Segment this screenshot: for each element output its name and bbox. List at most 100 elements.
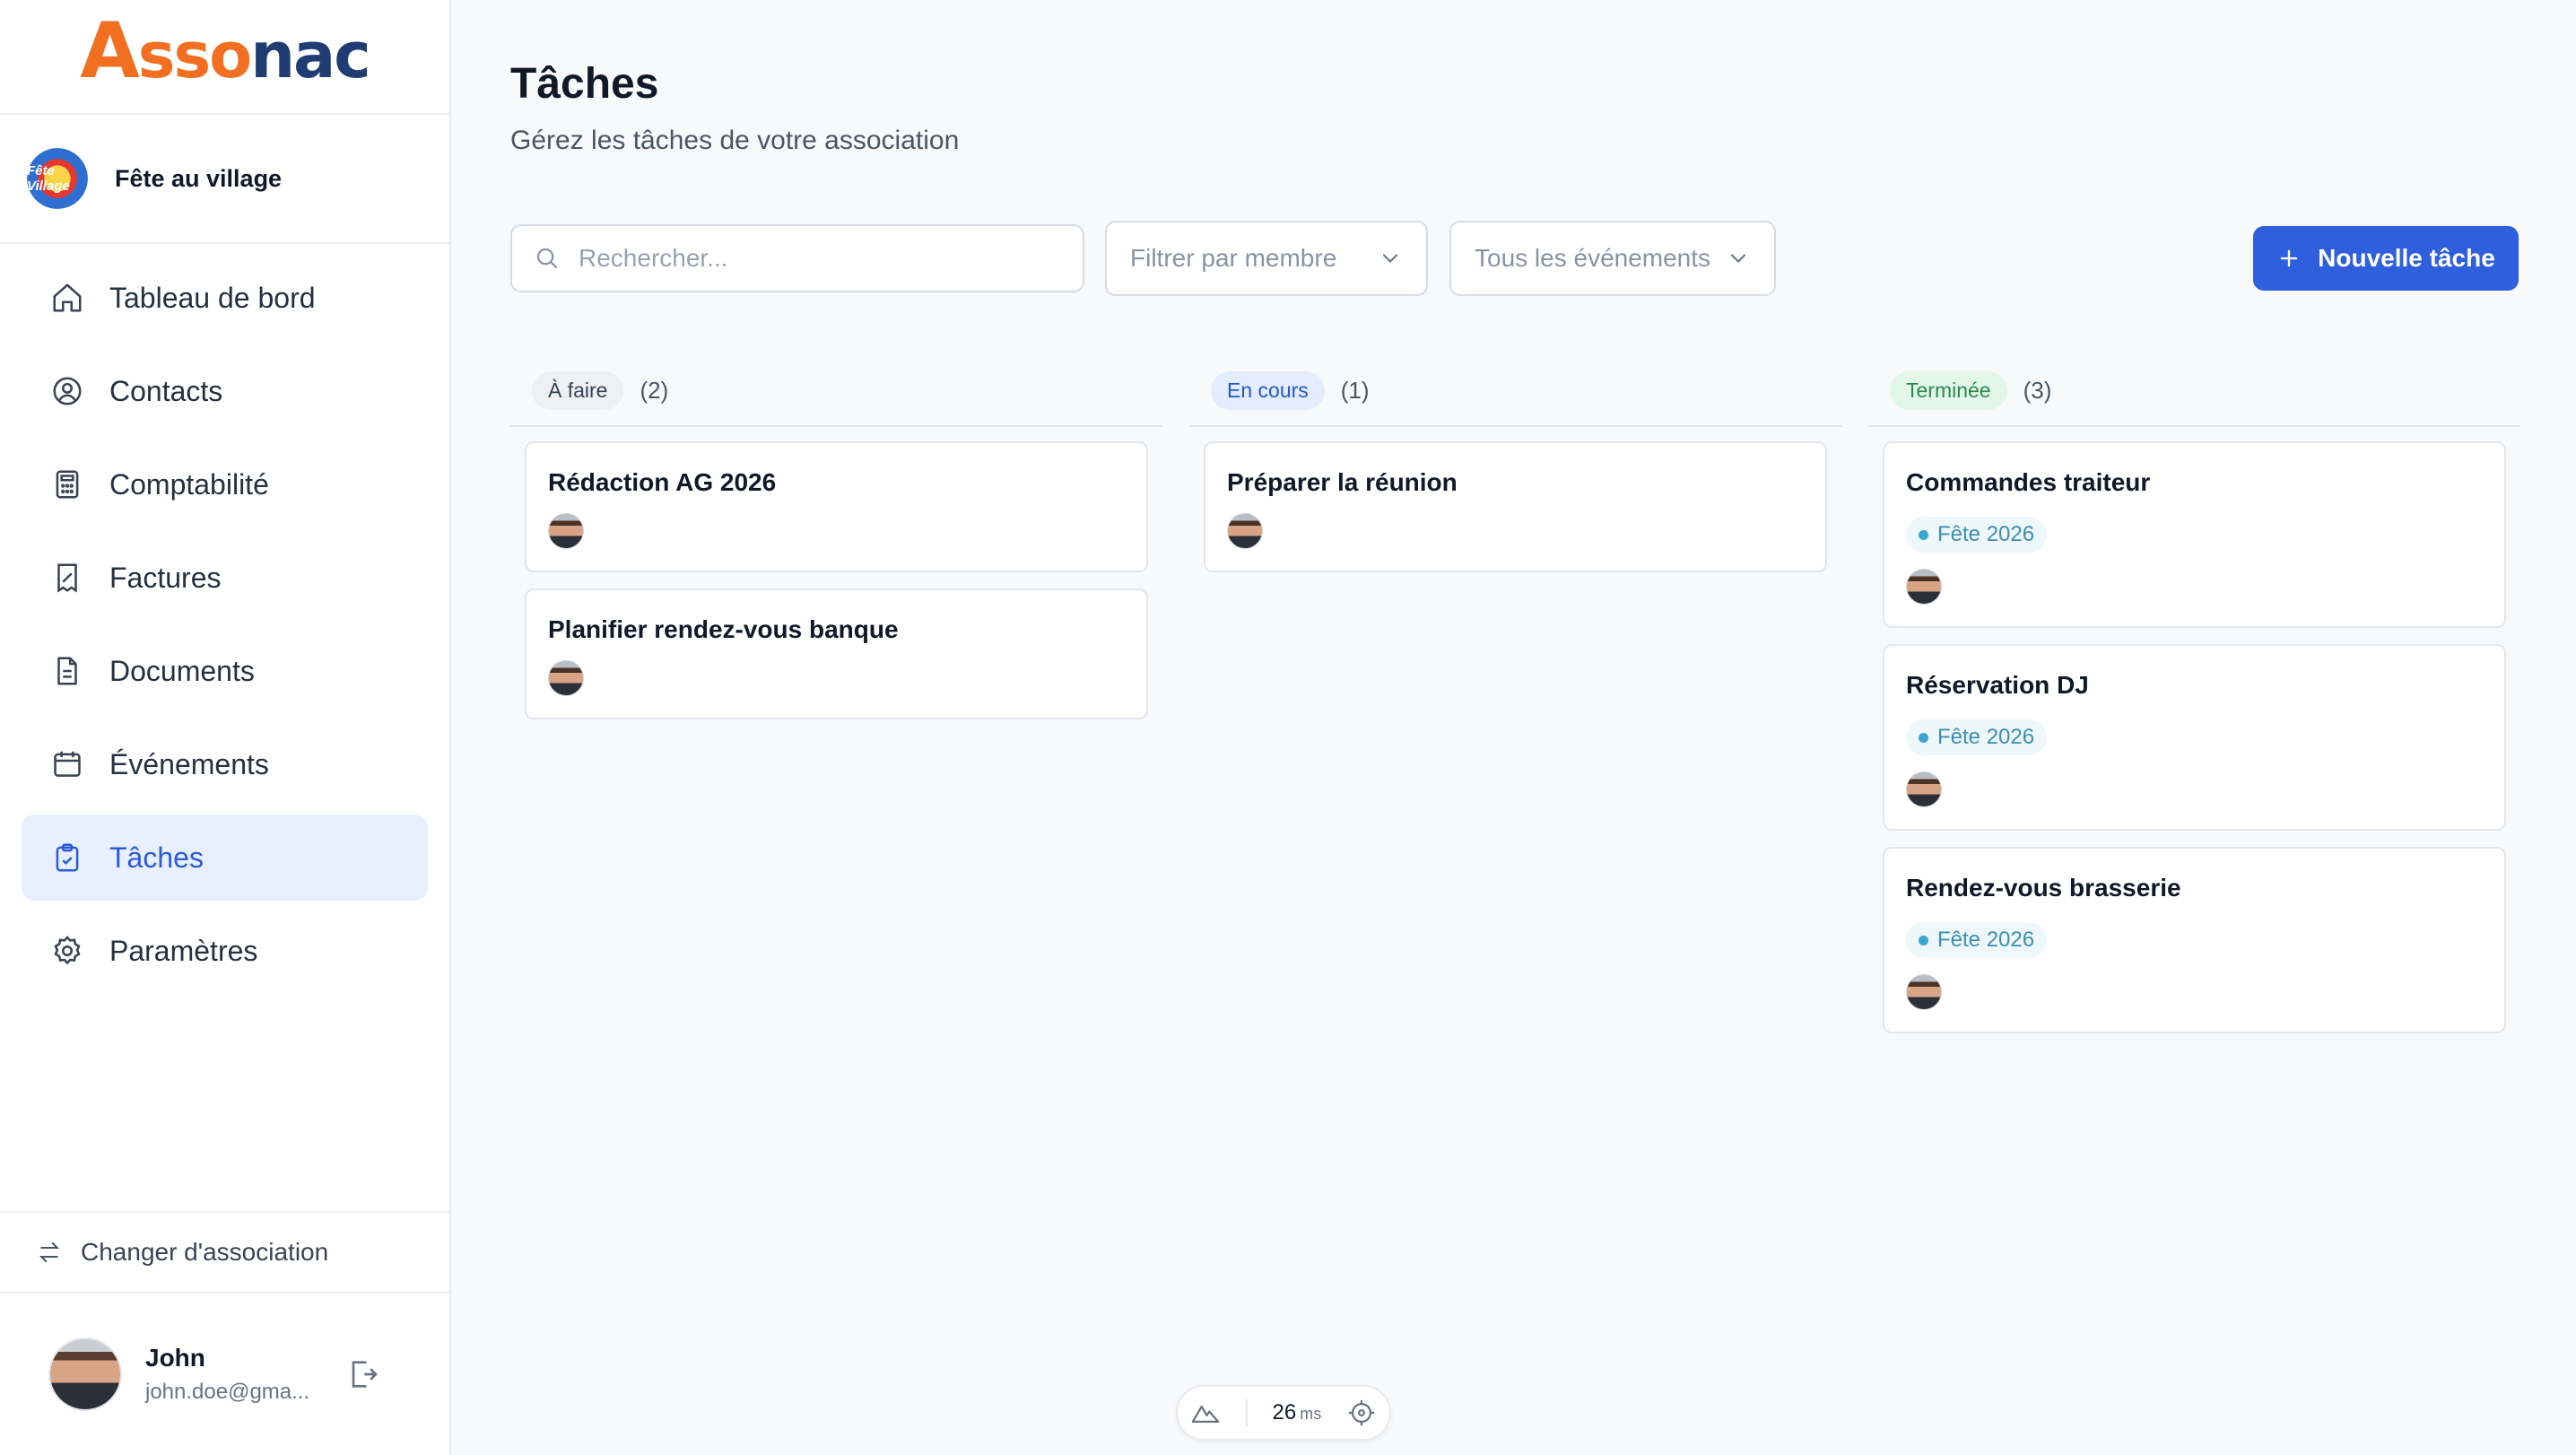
user-name: John [145, 1344, 205, 1372]
status-badge: À faire [532, 370, 624, 410]
sidebar: Assonac Fête Village Fête au village Tab… [0, 0, 451, 1455]
member-filter-value: Filtrer par membre [1130, 244, 1337, 272]
task-card[interactable]: Préparer la réunion [1204, 441, 1827, 572]
task-title: Rendez-vous brasserie [1906, 874, 2181, 902]
task-title: Rédaction AG 2026 [548, 468, 777, 496]
home-icon [53, 283, 82, 312]
tag-dot-icon [1919, 935, 1928, 945]
user-circle-icon [53, 377, 82, 405]
sidebar-item-label: Paramètres [109, 934, 258, 967]
sidebar-item-events[interactable]: Événements [22, 721, 428, 807]
column-in-progress: En cours (1) Préparer la réunion [1189, 355, 1841, 603]
gear-icon [54, 936, 81, 965]
document-icon [57, 657, 77, 685]
card-list: Rédaction AG 2026 Planifier rendez-vous … [510, 427, 1162, 750]
page-subtitle: Gérez les tâches de votre association [510, 126, 960, 155]
member-filter-select[interactable]: Filtrer par membre [1105, 221, 1428, 296]
event-tag[interactable]: Fête 2026 [1906, 719, 2048, 755]
sidebar-item-documents[interactable]: Documents [22, 628, 428, 714]
new-task-button[interactable]: Nouvelle tâche [2253, 226, 2519, 291]
task-card[interactable]: Rendez-vous brasserie Fête 2026 [1883, 847, 2506, 1033]
logo[interactable]: Assonac [0, 0, 449, 115]
event-tag-label: Fête 2026 [1937, 522, 2035, 546]
task-card[interactable]: Rédaction AG 2026 [525, 441, 1148, 572]
logo-text: Assonac [80, 6, 371, 96]
card-list: Commandes traiteur Fête 2026 Réservation… [1868, 427, 2520, 1064]
perf-readout: 26 ms [1272, 1400, 1322, 1425]
sidebar-item-label: Tâches [109, 841, 204, 874]
event-filter-value: Tous les événements [1475, 244, 1711, 272]
sidebar-item-label: Documents [109, 654, 255, 687]
column-header: En cours (1) [1189, 355, 1841, 427]
card-list: Préparer la réunion [1189, 427, 1841, 603]
status-badge: En cours [1211, 370, 1325, 410]
sidebar-item-label: Événements [109, 747, 269, 780]
swap-arrows-icon [39, 1242, 60, 1262]
search-icon [536, 248, 558, 269]
assignee-avatar [1906, 771, 1942, 807]
assignee-avatar [1906, 569, 1942, 605]
task-card[interactable]: Réservation DJ Fête 2026 [1883, 644, 2506, 831]
new-task-label: Nouvelle tâche [2318, 244, 2495, 272]
user-info: John john.doe@gma... [145, 1344, 309, 1405]
sidebar-item-label: Tableau de bord [109, 281, 316, 314]
sidebar-item-tasks[interactable]: Tâches [22, 815, 428, 901]
logout-icon[interactable] [344, 1356, 380, 1392]
column-header: Terminée (3) [1868, 355, 2520, 427]
devtools-perf-widget[interactable]: 26 ms [1176, 1385, 1391, 1441]
column-count: (2) [640, 376, 669, 404]
plus-icon [2280, 249, 2298, 267]
task-title: Préparer la réunion [1227, 468, 1458, 496]
user-profile: John john.doe@gma... [0, 1294, 449, 1455]
switch-association-button[interactable]: Changer d'association [0, 1211, 449, 1294]
status-badge: Terminée [1890, 370, 2007, 410]
sidebar-nav: Tableau de bord Contacts Comptabilité Fa… [0, 244, 449, 1012]
sidebar-item-accounting[interactable]: Comptabilité [22, 441, 428, 527]
sidebar-item-contacts[interactable]: Contacts [22, 348, 428, 434]
association-name: Fête au village [115, 164, 283, 192]
task-card[interactable]: Commandes traiteur Fête 2026 [1883, 441, 2506, 628]
calculator-icon [56, 470, 79, 499]
calendar-icon [54, 751, 81, 777]
search-input[interactable] [579, 244, 1063, 273]
user-email: john.doe@gma... [145, 1380, 310, 1404]
sidebar-item-label: Contacts [109, 374, 223, 407]
column-todo: À faire (2) Rédaction AG 2026 Planifier … [510, 355, 1162, 750]
main-content: Tâches Gérez les tâches de votre associa… [453, 0, 2576, 1455]
column-done: Terminée (3) Commandes traiteur Fête 202… [1868, 355, 2520, 1064]
target-icon[interactable] [1346, 1398, 1377, 1428]
assignee-avatar [1906, 974, 1942, 1010]
column-count: (1) [1340, 376, 1370, 404]
event-tag-label: Fête 2026 [1937, 928, 2035, 952]
task-title: Réservation DJ [1906, 671, 2089, 699]
assignee-avatar [548, 513, 584, 549]
event-tag[interactable]: Fête 2026 [1906, 517, 2048, 553]
invoice-icon [57, 563, 77, 593]
task-card[interactable]: Planifier rendez-vous banque [525, 588, 1148, 719]
event-tag-label: Fête 2026 [1937, 725, 2035, 749]
search-box[interactable] [510, 224, 1084, 292]
association-selector[interactable]: Fête Village Fête au village [0, 115, 449, 244]
assignee-avatar [1227, 513, 1263, 549]
chevron-down-icon [1730, 254, 1746, 263]
event-tag[interactable]: Fête 2026 [1906, 922, 2048, 958]
sidebar-item-settings[interactable]: Paramètres [22, 908, 428, 994]
tag-dot-icon [1919, 732, 1928, 743]
sidebar-item-dashboard[interactable]: Tableau de bord [22, 255, 428, 341]
chevron-down-icon [1382, 254, 1398, 263]
event-filter-select[interactable]: Tous les événements [1449, 221, 1776, 296]
assignee-avatar [548, 660, 584, 696]
column-count: (3) [2023, 376, 2052, 404]
mountain-logo-icon[interactable] [1190, 1398, 1221, 1428]
page-title: Tâches [510, 60, 659, 108]
column-header: À faire (2) [510, 355, 1162, 427]
sidebar-item-invoices[interactable]: Factures [22, 535, 428, 621]
tag-dot-icon [1919, 529, 1928, 540]
association-logo: Fête Village [27, 148, 88, 209]
task-title: Planifier rendez-vous banque [548, 615, 899, 643]
task-title: Commandes traiteur [1906, 468, 2151, 496]
avatar[interactable] [48, 1337, 122, 1411]
switch-association-label: Changer d'association [81, 1238, 329, 1266]
sidebar-item-label: Comptabilité [109, 467, 269, 501]
sidebar-item-label: Factures [109, 561, 222, 594]
